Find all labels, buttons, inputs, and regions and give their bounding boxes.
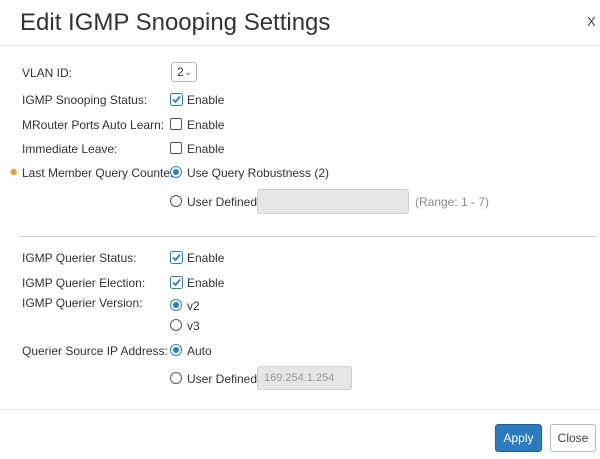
mrouter-option: Enable [187, 118, 225, 132]
close-button[interactable]: Close [550, 424, 596, 452]
chevron-down-icon: ⌄ [184, 67, 192, 77]
section-divider [20, 236, 596, 237]
last-member-user-input[interactable] [257, 189, 409, 214]
querier-election-label: IGMP Querier Election: [22, 276, 146, 290]
querier-source-label: Querier Source IP Address: [22, 344, 168, 358]
immediate-leave-label: Immediate Leave: [22, 142, 118, 156]
querier-status-option: Enable [187, 251, 225, 265]
querier-source-auto-radio[interactable] [170, 344, 182, 356]
snooping-status-label: IGMP Snooping Status: [22, 93, 148, 107]
asterisk-icon: ✹ [9, 167, 19, 179]
querier-status-label: IGMP Querier Status: [22, 251, 137, 265]
footer-divider [0, 409, 600, 410]
last-member-robustness-option: Use Query Robustness (2) [187, 166, 330, 180]
querier-source-user-option: User Defined [187, 372, 258, 386]
vlan-id-select[interactable]: 2 ⌄ [171, 62, 197, 82]
immediate-leave-checkbox[interactable] [170, 142, 182, 154]
querier-version-v3-option: v3 [187, 319, 200, 333]
mrouter-label: MRouter Ports Auto Learn: [22, 118, 165, 132]
dialog-title: Edit IGMP Snooping Settings [20, 9, 331, 36]
check-icon [170, 276, 183, 289]
check-icon [170, 93, 183, 106]
last-member-user-radio[interactable] [170, 195, 182, 207]
mrouter-checkbox[interactable] [170, 118, 182, 130]
querier-source-ip-input[interactable]: 169.254.1.254 [257, 366, 352, 390]
querier-source-auto-option: Auto [187, 344, 212, 358]
last-member-range-hint: (Range: 1 - 7) [415, 195, 490, 209]
last-member-robustness-radio[interactable] [170, 166, 182, 178]
last-member-label: Last Member Query Counter: [22, 166, 178, 180]
vlan-id-value: 2 [177, 65, 184, 79]
querier-version-v3-radio[interactable] [170, 319, 182, 331]
snooping-status-option: Enable [187, 93, 225, 107]
querier-version-v2-option: v2 [187, 299, 200, 313]
header-divider [0, 45, 600, 46]
check-icon [170, 251, 183, 264]
vlan-id-label: VLAN ID: [22, 66, 73, 80]
querier-election-option: Enable [187, 276, 225, 290]
snooping-status-checkbox[interactable] [170, 93, 183, 106]
querier-election-checkbox[interactable] [170, 276, 183, 289]
querier-source-user-radio[interactable] [170, 372, 182, 384]
apply-button[interactable]: Apply [495, 424, 542, 452]
last-member-user-option: User Defined [187, 195, 258, 209]
querier-version-v2-radio[interactable] [170, 299, 182, 311]
querier-status-checkbox[interactable] [170, 251, 183, 264]
querier-version-label: IGMP Querier Version: [22, 296, 143, 310]
close-dialog-button[interactable]: X [587, 14, 596, 29]
immediate-leave-option: Enable [187, 142, 225, 156]
